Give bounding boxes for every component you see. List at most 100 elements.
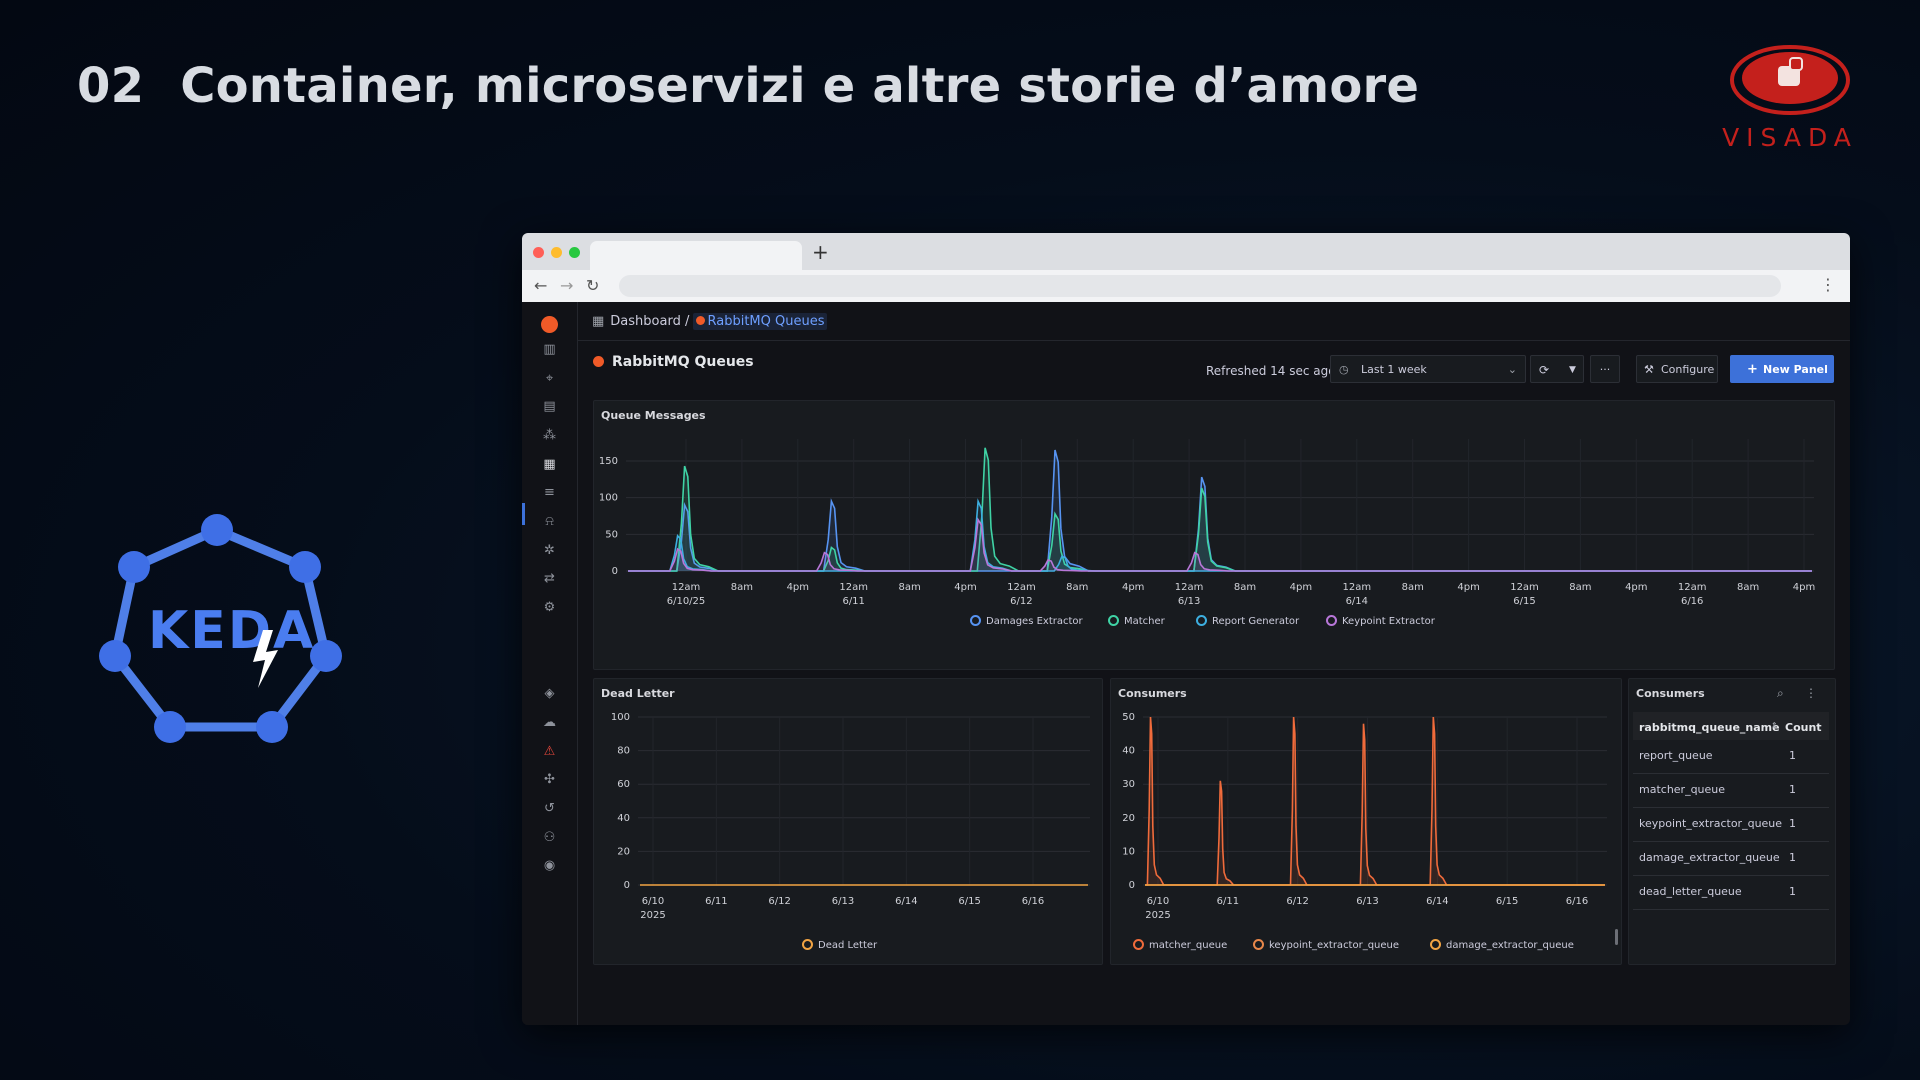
maximize-window-button[interactable]	[569, 247, 580, 258]
panel-menu-icon[interactable]: ⋮	[1805, 686, 1817, 700]
legend-item[interactable]: Damages Extractor	[970, 615, 1083, 627]
consumers-table-panel: Consumers ⌕ ⋮ rabbitmq_queue_name ⇕ Coun…	[1628, 678, 1836, 965]
compass-icon[interactable]: ⌖	[522, 371, 577, 386]
url-input[interactable]	[619, 275, 1781, 297]
new-panel-button[interactable]: + New Panel	[1730, 355, 1834, 383]
cell-count: 1	[1789, 817, 1796, 830]
y-tick-label: 60	[617, 779, 630, 790]
cloud-icon[interactable]: ☁	[522, 715, 577, 730]
legend-label: matcher_queue	[1149, 940, 1228, 951]
x-tick-label: 6/14	[895, 896, 917, 907]
dashboards-icon[interactable]: ▦	[522, 457, 577, 472]
x-tick-label: 8am	[1402, 582, 1424, 593]
configure-button[interactable]: ⚒ Configure	[1636, 355, 1718, 383]
gear-icon[interactable]: ⚙	[522, 600, 577, 615]
cell-queue-name: report_queue	[1639, 749, 1713, 762]
plugin-icon[interactable]: ✣	[522, 772, 577, 787]
table-row: damage_extractor_queue 1	[1633, 842, 1829, 876]
time-range-picker[interactable]: ◷ Last 1 week ⌄	[1330, 355, 1526, 383]
bar-chart-icon[interactable]: ▥	[522, 342, 577, 357]
caret-down-icon[interactable]: ▼	[1569, 356, 1576, 384]
legend-marker	[1108, 615, 1119, 626]
browser-menu-icon[interactable]: ⋮	[1820, 275, 1836, 294]
y-tick-label: 0	[1129, 880, 1135, 891]
x-tick-label: 6/10	[642, 896, 664, 907]
apps-icon[interactable]: ⁂	[522, 428, 577, 443]
table-header: rabbitmq_queue_name ⇕ Count	[1633, 712, 1829, 740]
document-icon[interactable]: ▤	[522, 399, 577, 414]
browser-tab[interactable]	[590, 241, 802, 270]
y-tick-label: 20	[617, 846, 630, 857]
column-header-queue-name[interactable]: rabbitmq_queue_name	[1639, 721, 1780, 734]
table-row: matcher_queue 1	[1633, 774, 1829, 808]
bell-icon[interactable]: ⍾	[522, 514, 577, 529]
minimize-window-button[interactable]	[551, 247, 562, 258]
back-icon[interactable]: ←	[534, 276, 547, 295]
legend-item[interactable]: Matcher	[1108, 615, 1165, 627]
series-area	[628, 450, 1812, 571]
dead-letter-panel: Dead Letter 0 20 40 60 80 100 6/10 2025 6/11 6/12…	[593, 678, 1103, 965]
queue-messages-panel: Queue Messages 0 50 100 150 12am 6/10/25 8am 4p…	[593, 400, 1835, 670]
search-icon[interactable]: ⌕	[1777, 686, 1784, 701]
plus-icon: +	[1747, 362, 1758, 377]
consumers-table: rabbitmq_queue_name ⇕ Count report_queue…	[1633, 712, 1829, 910]
user-add-icon[interactable]: ⚇	[522, 830, 577, 845]
y-tick-label: 100	[611, 712, 630, 723]
alert-icon[interactable]: ⚠	[522, 744, 577, 759]
y-tick-label: 50	[605, 529, 618, 540]
refresh-button[interactable]: ⟳ ▼	[1530, 355, 1584, 383]
y-tick-label: 10	[1122, 846, 1135, 857]
bug-icon[interactable]: ✲	[522, 543, 577, 558]
rabbitmq-icon	[593, 356, 604, 367]
x-tick-label: 6/11	[705, 896, 727, 907]
dead-letter-chart: 0 20 40 60 80 100 6/10 2025 6/11 6/12 6/13 6/14 6/15…	[611, 712, 1090, 921]
x-tick-label: 12am	[672, 582, 701, 593]
cell-queue-name: dead_letter_queue	[1639, 885, 1742, 898]
layers-icon[interactable]: ◈	[522, 686, 577, 701]
y-tick-label: 100	[599, 493, 618, 504]
legend-item[interactable]: Dead Letter	[802, 939, 877, 951]
more-button[interactable]: ···	[1590, 355, 1620, 383]
grafana-logo-icon[interactable]	[541, 316, 558, 333]
x-tick-label: 12am	[1510, 582, 1539, 593]
legend-label: Matcher	[1124, 616, 1165, 627]
legend-item[interactable]: damage_extractor_queue	[1430, 939, 1574, 951]
legend-item[interactable]: Keypoint Extractor	[1326, 615, 1435, 627]
history-icon[interactable]: ↺	[522, 801, 577, 816]
rabbitmq-icon	[696, 316, 706, 325]
queue-messages-chart: 0 50 100 150 12am 6/10/25 8am 4pm 12am 6/11 8am 4pm…	[599, 439, 1815, 607]
x-tick-label: 8am	[1066, 582, 1088, 593]
sidebar: ▥ ⌖ ▤ ⁂ ▦ ≡ ⍾ ✲ ⇄ ⚙ ◈ ☁ ⚠ ✣ ↺ ⚇ ◉	[522, 302, 578, 1025]
new-tab-button[interactable]: +	[812, 240, 829, 264]
breadcrumb-current[interactable]: RabbitMQ Queues	[693, 313, 828, 330]
keda-wordmark: KEDA	[148, 601, 315, 661]
flow-icon[interactable]: ⇄	[522, 571, 577, 586]
legend-scrollbar[interactable]	[1615, 929, 1618, 945]
forward-icon[interactable]: →	[560, 276, 573, 295]
y-tick-label: 30	[1122, 779, 1135, 790]
dashboard-title: RabbitMQ Queues	[593, 354, 754, 370]
slide-title: 02 Container, microservizi e altre storie…	[77, 58, 1419, 114]
sort-icon[interactable]: ⇕	[1771, 721, 1778, 730]
x-tick-label: 8am	[898, 582, 920, 593]
series-line	[628, 498, 1812, 572]
close-window-button[interactable]	[533, 247, 544, 258]
list-icon[interactable]: ≡	[522, 485, 577, 500]
legend-marker	[1430, 939, 1441, 950]
dashboards-icon: ▦	[592, 314, 605, 329]
table-row: keypoint_extractor_queue 1	[1633, 808, 1829, 842]
series-area	[628, 501, 1812, 571]
visada-wordmark: VISADA	[1722, 123, 1858, 152]
x-tick-sublabel: 2025	[640, 910, 665, 921]
cell-queue-name: keypoint_extractor_queue	[1639, 817, 1783, 830]
column-header-count[interactable]: Count	[1785, 721, 1822, 734]
x-tick-sublabel: 6/10/25	[667, 596, 706, 607]
legend-item[interactable]: matcher_queue	[1133, 939, 1227, 951]
breadcrumb-root[interactable]: Dashboard /	[610, 314, 689, 329]
profile-icon[interactable]: ◉	[522, 858, 577, 873]
table-row: report_queue 1	[1633, 740, 1829, 774]
legend-item[interactable]: keypoint_extractor_queue	[1253, 939, 1399, 951]
x-tick-label: 4pm	[1793, 582, 1815, 593]
reload-icon[interactable]: ↻	[586, 276, 599, 295]
legend-item[interactable]: Report Generator	[1196, 615, 1299, 627]
